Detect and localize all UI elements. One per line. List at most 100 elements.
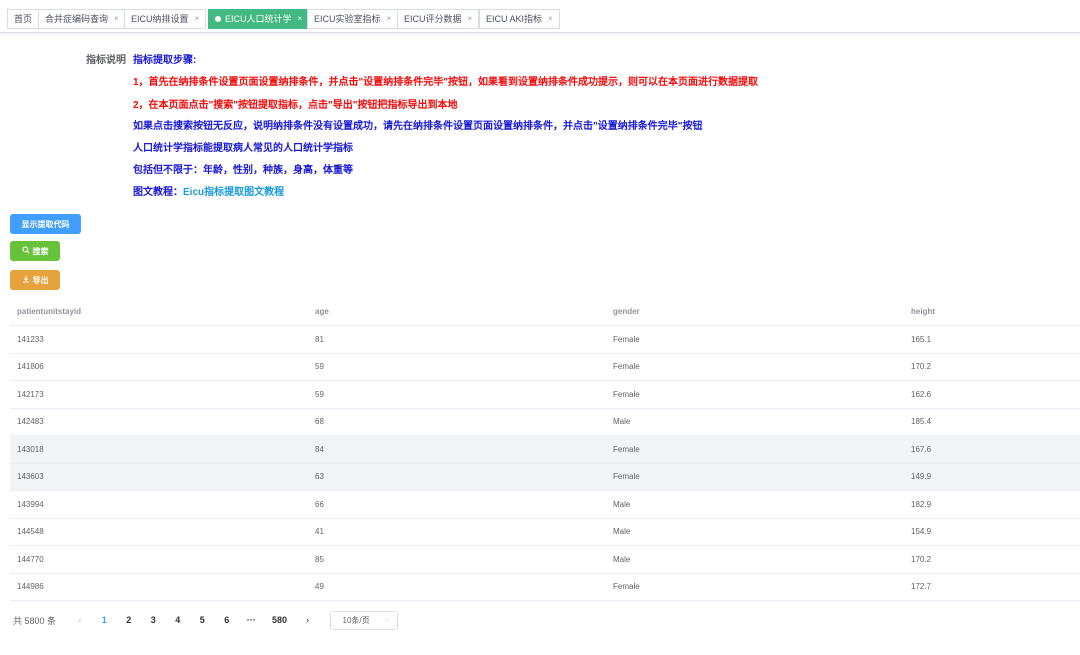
table-row[interactable]: 142483 68 Male 185.4 [10, 409, 1080, 436]
table-row[interactable]: 144770 85 Male 170.2 [10, 546, 1080, 574]
instructions-tutorial: 图文教程：Eicu指标提取图文教程 [133, 183, 284, 198]
next-page-button[interactable]: › [296, 615, 320, 625]
export-button[interactable]: 导出 [10, 270, 60, 290]
instructions-label: 指标说明 [86, 55, 126, 66]
tags-view-bar: 首页 合并症编码查询 × EICU纳排设置 × EICU人口统计学 × EICU… [0, 0, 1080, 33]
cell-height: 165.1 [911, 334, 932, 344]
cell-age: 41 [315, 527, 324, 537]
close-icon[interactable]: × [468, 10, 473, 28]
cell-height: 154.9 [911, 527, 932, 537]
cell-height: 149.9 [911, 472, 932, 482]
cell-height: 185.4 [911, 417, 932, 427]
table-header: patientunitstayid age gender height [10, 298, 1080, 326]
cell-age: 81 [315, 334, 324, 344]
cell-age: 59 [315, 389, 324, 399]
column-header-patientunitstayid[interactable]: patientunitstayid [10, 307, 308, 316]
search-button-label: 搜索 [32, 246, 49, 256]
cell-gender: Male [613, 499, 631, 509]
cell-patientunitstayid: 144770 [17, 554, 44, 564]
cell-patientunitstayid: 143603 [17, 472, 44, 482]
cell-gender: Male [613, 527, 631, 537]
table-row[interactable]: 143018 84 Female 167.6 [10, 436, 1080, 464]
cell-age: 59 [315, 362, 324, 372]
prev-page-button[interactable]: ‹ [68, 615, 92, 625]
tutorial-link[interactable]: Eicu指标提取图文教程 [183, 187, 284, 198]
cell-height: 170.2 [911, 362, 932, 372]
cell-age: 49 [315, 582, 324, 592]
page-size-select[interactable]: 10条/页 ⌵ [329, 610, 398, 630]
column-header-height[interactable]: height [904, 307, 1080, 316]
tab-eicu-aki-indicators[interactable]: EICU AKI指标 × [479, 9, 560, 29]
instructions-step-1: 1，首先在纳排条件设置页面设置纳排条件，并点击"设置纳排条件完毕"按钮，如果看到… [133, 77, 759, 88]
cell-height: 182.9 [911, 499, 932, 509]
tab-comorbidity-code-query[interactable]: 合并症编码查询 × [38, 9, 126, 29]
table-row[interactable]: 144548 41 Male 154.9 [10, 519, 1080, 546]
table-row[interactable]: 141233 81 Female 165.1 [10, 326, 1080, 354]
chevron-down-icon: ⌵ [384, 615, 391, 624]
table-row[interactable]: 143603 63 Female 149.9 [10, 463, 1080, 491]
more-pages-ellipsis[interactable]: ··· [239, 615, 264, 625]
cell-gender: Male [613, 554, 631, 564]
column-header-age[interactable]: age [308, 307, 606, 316]
cell-patientunitstayid: 142483 [17, 417, 44, 427]
tab-label: 首页 [14, 14, 33, 24]
cell-height: 167.6 [911, 444, 932, 454]
cell-patientunitstayid: 144548 [17, 527, 44, 537]
column-header-gender[interactable]: gender [606, 307, 904, 316]
instructions-step-2: 2，在本页面点击"搜索"按钮提取指标，点击"导出"按钮把指标导出到本地 [133, 100, 458, 111]
cell-gender: Female [613, 334, 640, 344]
cell-gender: Female [613, 472, 640, 482]
tab-label: EICU纳排设置 [131, 14, 189, 24]
tab-label: EICU人口统计学 [225, 14, 292, 24]
search-button[interactable]: 搜索 [10, 241, 60, 261]
cell-age: 66 [315, 499, 324, 509]
cell-patientunitstayid: 144986 [17, 582, 44, 592]
show-code-button-label: 显示提取代码 [21, 219, 70, 229]
cell-gender: Female [613, 362, 640, 372]
cell-gender: Female [613, 582, 640, 592]
tab-eicu-inclusion-settings[interactable]: EICU纳排设置 × [124, 9, 207, 29]
page-5-button[interactable]: 5 [190, 615, 215, 625]
export-button-label: 导出 [32, 275, 49, 285]
table-row[interactable]: 144986 49 Female 172.7 [10, 574, 1080, 601]
close-icon[interactable]: × [114, 10, 119, 28]
instructions-note-1: 如果点击搜索按钮无反应，说明纳排条件没有设置成功，请先在纳排条件设置页面设置纳排… [133, 121, 703, 132]
tab-label: EICU实验室指标 [314, 14, 381, 24]
tab-label: EICU AKI指标 [486, 14, 543, 24]
cell-age: 84 [315, 444, 324, 454]
cell-patientunitstayid: 143018 [17, 444, 44, 454]
show-code-button[interactable]: 显示提取代码 [10, 214, 81, 234]
tab-label: 合并症编码查询 [45, 14, 109, 24]
tab-home[interactable]: 首页 [7, 9, 40, 29]
cell-height: 172.7 [911, 582, 932, 592]
close-icon[interactable]: × [298, 10, 303, 28]
cell-gender: Male [613, 417, 631, 427]
close-icon[interactable]: × [387, 10, 392, 28]
close-icon[interactable]: × [548, 10, 553, 28]
cell-gender: Female [613, 444, 640, 454]
instructions-note-2: 人口统计学指标能提取病人常见的人口统计学指标 [133, 143, 353, 154]
cell-gender: Female [613, 389, 640, 399]
table-row[interactable]: 143994 66 Male 182.9 [10, 491, 1080, 519]
page-last-button[interactable]: 580 [264, 615, 296, 625]
tab-eicu-score-data[interactable]: EICU评分数据 × [397, 9, 480, 29]
table-row[interactable]: 141806 59 Female 170.2 [10, 354, 1080, 381]
page-3-button[interactable]: 3 [141, 615, 166, 625]
tab-eicu-demographics[interactable]: EICU人口统计学 × [208, 9, 310, 29]
page-1-button[interactable]: 1 [92, 615, 117, 625]
page-4-button[interactable]: 4 [166, 615, 191, 625]
tutorial-prefix: 图文教程： [133, 187, 183, 198]
instructions-heading: 指标提取步骤: [133, 55, 197, 66]
table-row[interactable]: 142173 59 Female 162.6 [10, 381, 1080, 409]
cell-patientunitstayid: 143994 [17, 499, 44, 509]
pagination: 共 5800 条 ‹ 1 2 3 4 5 6 ··· 580 › 10条/页 ⌵ [13, 610, 398, 630]
cell-patientunitstayid: 141806 [17, 362, 44, 372]
tab-eicu-lab-indicators[interactable]: EICU实验室指标 × [307, 9, 399, 29]
page-size-value: 10条/页 [342, 615, 370, 625]
page-6-button[interactable]: 6 [215, 615, 240, 625]
page-2-button[interactable]: 2 [117, 615, 142, 625]
cell-age: 68 [315, 417, 324, 427]
download-icon [22, 275, 30, 285]
data-table: patientunitstayid age gender height 1412… [10, 298, 1080, 601]
close-icon[interactable]: × [195, 10, 200, 28]
